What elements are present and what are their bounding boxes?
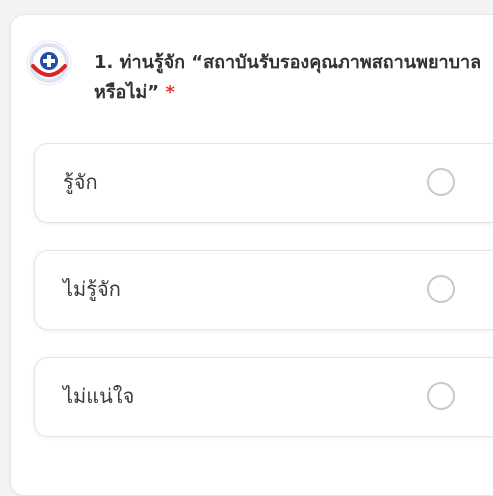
option-label: ไม่รู้จัก <box>63 277 121 301</box>
required-marker: * <box>165 82 175 103</box>
option-not-sure[interactable]: ไม่แน่ใจ <box>34 357 493 437</box>
radio-button[interactable] <box>427 168 455 196</box>
radio-button[interactable] <box>427 382 455 410</box>
option-label: รู้จัก <box>63 170 98 194</box>
radio-button[interactable] <box>427 275 455 303</box>
option-dont-know[interactable]: ไม่รู้จัก <box>34 250 493 330</box>
question-title: 1. ท่านรู้จัก “สถาบันรับรองคุณภาพสถานพยา… <box>94 48 489 108</box>
hospital-accreditation-logo-icon <box>26 40 72 86</box>
question-title-text: 1. ท่านรู้จัก “สถาบันรับรองคุณภาพสถานพยา… <box>94 52 482 103</box>
option-label: ไม่แน่ใจ <box>63 384 135 408</box>
option-know[interactable]: รู้จัก <box>34 143 493 223</box>
